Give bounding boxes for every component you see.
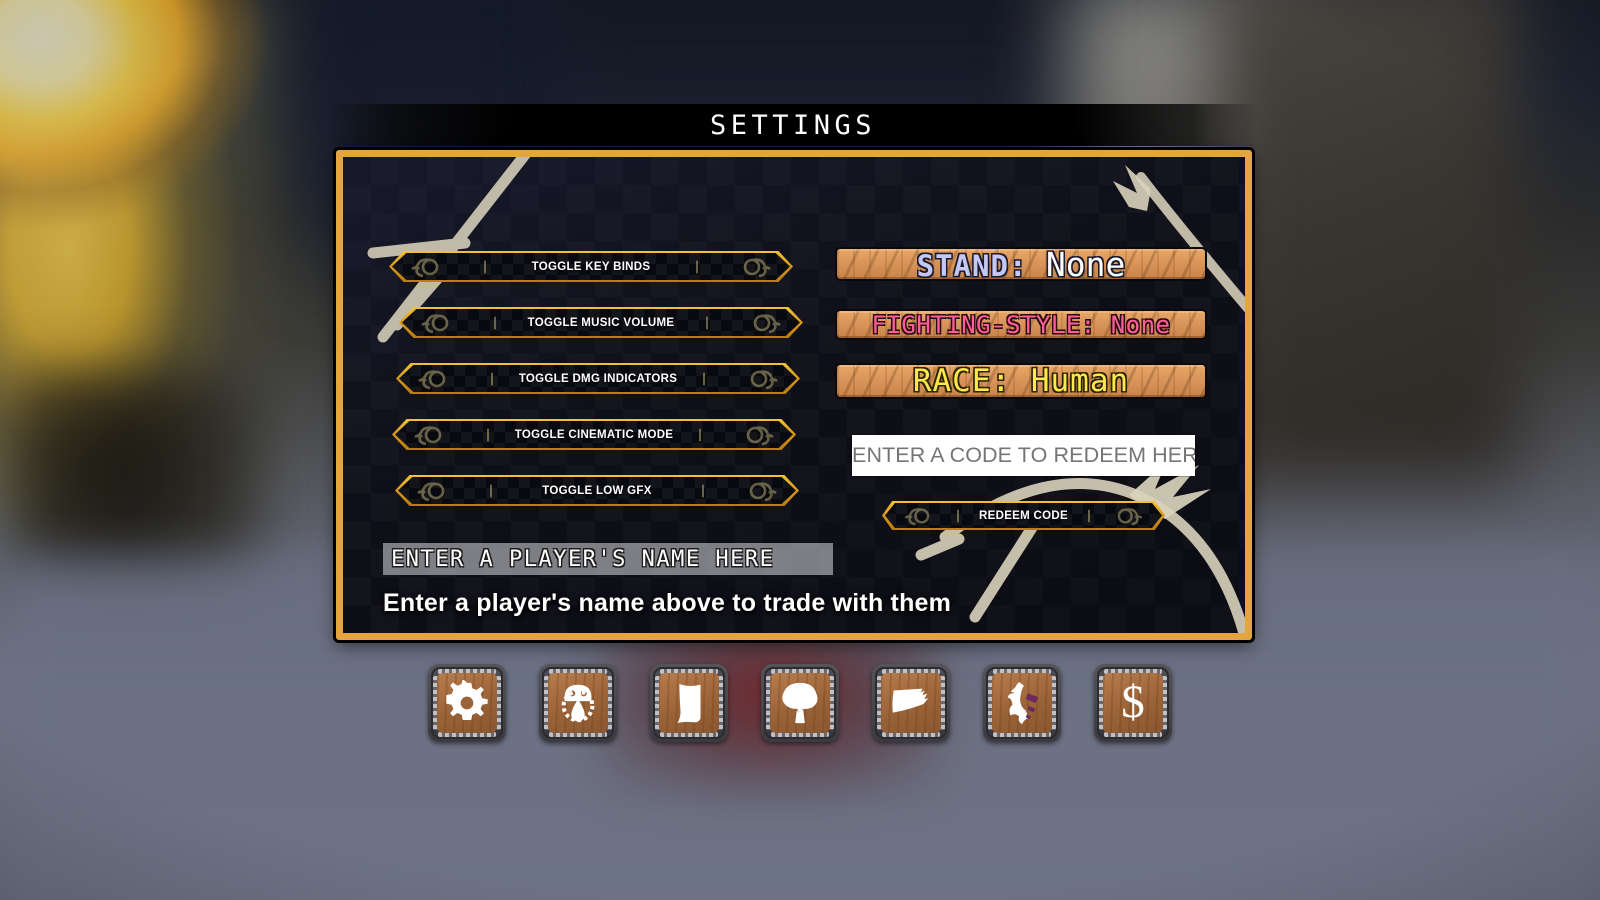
divider-mark	[487, 428, 489, 441]
fighting-style-stat-bar: FIGHTING-STYLE: None	[835, 309, 1207, 340]
swirl-ornament-icon	[418, 369, 446, 389]
swirl-ornament-icon	[411, 257, 439, 277]
divider-mark	[1088, 509, 1090, 522]
toggle-button-label: TOGGLE MUSIC VOLUME	[527, 316, 675, 329]
toggle-key-binds-button[interactable]: TOGGLE KEY BINDS	[389, 251, 793, 282]
fighting-style-value: None	[1110, 310, 1171, 339]
swirl-ornament-icon	[421, 313, 449, 333]
divider-mark	[702, 484, 704, 497]
bottom-icon-bar: $	[0, 655, 1600, 750]
icon-face	[992, 672, 1052, 733]
icon-face: $	[1103, 672, 1163, 733]
scroll-quests-icon	[677, 683, 701, 723]
toggle-low-gfx-button[interactable]: TOGGLE LOW GFX	[395, 475, 799, 506]
stand-stat-bar: STAND: None	[835, 247, 1207, 281]
settings-gear-button[interactable]	[428, 663, 506, 742]
divider-mark	[957, 509, 959, 522]
toggle-button-label: TOGGLE CINEMATIC MODE	[514, 428, 674, 441]
divider-mark	[699, 428, 701, 441]
clan-banner-button[interactable]	[872, 663, 950, 742]
toggle-button-label: TOGGLE DMG INDICATORS	[518, 372, 678, 385]
divider-mark	[484, 260, 486, 273]
stand-stat-text: STAND: None	[837, 247, 1205, 281]
page-title: SETTINGS	[709, 109, 877, 141]
icon-face	[770, 672, 830, 733]
trade-hint-text: Enter a player's name above to trade wit…	[383, 589, 952, 617]
divider-mark	[706, 316, 708, 329]
skills-tree-button[interactable]	[761, 663, 839, 742]
swirl-ornament-icon	[753, 313, 781, 333]
icon-face	[548, 672, 608, 733]
character-inventory-button[interactable]	[983, 663, 1061, 742]
icon-face	[659, 672, 719, 733]
fighting-style-stat-text: FIGHTING-STYLE: None	[837, 310, 1205, 339]
mask-abilities-icon	[561, 684, 595, 722]
swirl-ornament-icon	[1117, 507, 1143, 525]
banner-clan-icon	[892, 688, 929, 713]
swirl-ornament-icon	[743, 257, 771, 277]
swirl-ornament-icon	[904, 507, 930, 525]
race-stat-bar: RACE: Human	[835, 363, 1207, 399]
divider-mark	[494, 316, 496, 329]
stand-label: STAND:	[916, 248, 1028, 281]
redeem-code-button[interactable]: REDEEM CODE	[882, 501, 1165, 530]
swirl-ornament-icon	[417, 481, 445, 501]
divider-mark	[696, 260, 698, 273]
toggle-button-label: TOGGLE LOW GFX	[542, 484, 652, 497]
race-stat-text: RACE: Human	[837, 363, 1205, 399]
redeem-code-button-label: REDEEM CODE	[979, 509, 1068, 522]
toggle-cinematic-mode-button[interactable]: TOGGLE CINEMATIC MODE	[392, 419, 796, 450]
player-name-input[interactable]	[383, 543, 833, 575]
swirl-ornament-icon	[746, 425, 774, 445]
icon-face	[881, 672, 941, 733]
settings-gear-icon	[446, 679, 488, 720]
swirl-ornament-icon	[414, 425, 442, 445]
settings-title-bar: SETTINGS	[328, 104, 1258, 146]
toggle-dmg-indicators-button[interactable]: TOGGLE DMG INDICATORS	[396, 363, 800, 394]
swirl-ornament-icon	[750, 369, 778, 389]
divider-mark	[491, 372, 493, 385]
currency-dollar-icon: $	[1121, 676, 1145, 728]
shop-currency-button[interactable]: $	[1094, 663, 1172, 742]
abilities-mask-button[interactable]	[539, 663, 617, 742]
stand-value: None	[1045, 247, 1126, 281]
settings-panel: TOGGLE KEY BINDS TOGGLE MUSIC VOLUME TOG…	[336, 150, 1252, 640]
redeem-code-input[interactable]	[852, 435, 1195, 476]
race-label: RACE:	[912, 363, 1012, 399]
divider-mark	[490, 484, 492, 497]
fighting-style-label: FIGHTING-STYLE:	[871, 310, 1096, 339]
character-inventory-icon	[1007, 681, 1039, 724]
toggle-music-volume-button[interactable]: TOGGLE MUSIC VOLUME	[399, 307, 803, 338]
icon-face	[437, 672, 497, 733]
swirl-ornament-icon	[749, 481, 777, 501]
tree-skills-icon	[782, 682, 818, 723]
race-value: Human	[1030, 363, 1130, 399]
quests-scroll-button[interactable]	[650, 663, 728, 742]
divider-mark	[703, 372, 705, 385]
toggle-button-label: TOGGLE KEY BINDS	[531, 260, 651, 273]
